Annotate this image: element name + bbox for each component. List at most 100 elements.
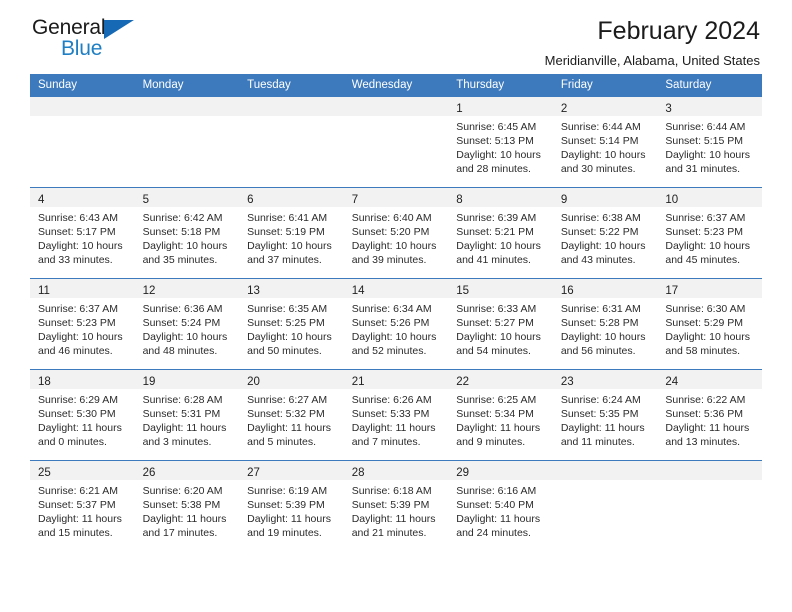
calendar-day-cell[interactable]: 5 Sunrise: 6:42 AM Sunset: 5:18 PM Daylight… bbox=[134, 188, 240, 278]
day-details: Sunrise: 6:33 AM Sunset: 5:27 PM Daylight:… bbox=[448, 298, 553, 358]
sunset-time: Sunset: 5:32 PM bbox=[247, 408, 325, 420]
daylight-duration-line2: and 24 minutes. bbox=[456, 527, 531, 539]
sunset-time: Sunset: 5:13 PM bbox=[456, 135, 534, 147]
calendar-day-cell[interactable]: 3 Sunrise: 6:44 AM Sunset: 5:15 PM Daylight… bbox=[657, 97, 762, 187]
daylight-duration-line2: and 31 minutes. bbox=[665, 163, 741, 175]
daylight-duration-line1: Daylight: 11 hours bbox=[456, 513, 541, 525]
sunset-time: Sunset: 5:24 PM bbox=[142, 317, 221, 329]
calendar-day-cell[interactable]: 4 Sunrise: 6:43 AM Sunset: 5:17 PM Daylight… bbox=[30, 188, 135, 278]
sunrise-time: Sunrise: 6:26 AM bbox=[351, 394, 432, 406]
calendar-day-cell[interactable]: 20 Sunrise: 6:27 AM Sunset: 5:32 PM Dayligh… bbox=[239, 370, 344, 460]
calendar-cell: 28 Sunrise: 6:18 AM Sunset: 5:39 PM Dayligh… bbox=[343, 460, 449, 551]
sunrise-time: Sunrise: 6:42 AM bbox=[142, 212, 223, 224]
calendar-day-cell[interactable]: 29 Sunrise: 6:16 AM Sunset: 5:40 PM Dayligh… bbox=[448, 461, 553, 551]
calendar-day-cell[interactable]: 10 Sunrise: 6:37 AM Sunset: 5:23 PM Dayligh… bbox=[657, 188, 762, 278]
calendar-day-cell[interactable]: 24 Sunrise: 6:22 AM Sunset: 5:36 PM Dayligh… bbox=[657, 370, 762, 460]
calendar-day-cell-empty bbox=[30, 97, 135, 187]
day-number-strip: 3 bbox=[657, 97, 762, 116]
day-number-strip: 13 bbox=[239, 279, 344, 298]
calendar-day-cell[interactable]: 2 Sunrise: 6:44 AM Sunset: 5:14 PM Daylight… bbox=[552, 97, 658, 187]
calendar-day-cell[interactable]: 14 Sunrise: 6:34 AM Sunset: 5:26 PM Dayligh… bbox=[343, 279, 449, 369]
calendar-day-cell[interactable]: 6 Sunrise: 6:41 AM Sunset: 5:19 PM Daylight… bbox=[239, 188, 344, 278]
calendar-cell: 19 Sunrise: 6:28 AM Sunset: 5:31 PM Dayligh… bbox=[134, 369, 240, 461]
sunrise-time: Sunrise: 6:20 AM bbox=[142, 485, 223, 497]
day-number: 16 bbox=[560, 285, 574, 297]
daylight-duration-line1: Daylight: 10 hours bbox=[665, 240, 751, 252]
sunrise-time: Sunrise: 6:33 AM bbox=[456, 303, 537, 315]
daylight-duration-line1: Daylight: 11 hours bbox=[351, 422, 436, 434]
day-number: 4 bbox=[38, 194, 45, 206]
day-number: 19 bbox=[142, 376, 156, 388]
day-details: Sunrise: 6:34 AM Sunset: 5:26 PM Daylight:… bbox=[344, 298, 449, 358]
daylight-duration-line2: and 41 minutes. bbox=[456, 254, 531, 266]
calendar-day-cell[interactable]: 15 Sunrise: 6:33 AM Sunset: 5:27 PM Dayligh… bbox=[448, 279, 553, 369]
day-details: Sunrise: 6:27 AM Sunset: 5:32 PM Daylight:… bbox=[239, 389, 344, 449]
day-details: Sunrise: 6:30 AM Sunset: 5:29 PM Daylight:… bbox=[657, 298, 762, 358]
general-blue-logo[interactable]: General Blue bbox=[32, 16, 152, 62]
day-number-strip bbox=[134, 97, 240, 116]
calendar-day-cell[interactable]: 8 Sunrise: 6:39 AM Sunset: 5:21 PM Daylight… bbox=[448, 188, 553, 278]
logo-triangle-icon bbox=[104, 20, 134, 39]
weekday-header-wednesday: Wednesday bbox=[343, 74, 449, 97]
calendar-day-cell[interactable]: 18 Sunrise: 6:29 AM Sunset: 5:30 PM Dayligh… bbox=[30, 370, 135, 460]
calendar-day-cell[interactable]: 7 Sunrise: 6:40 AM Sunset: 5:20 PM Daylight… bbox=[343, 188, 449, 278]
calendar-cell: 22 Sunrise: 6:25 AM Sunset: 5:34 PM Dayligh… bbox=[448, 369, 553, 461]
calendar-day-cell[interactable]: 19 Sunrise: 6:28 AM Sunset: 5:31 PM Dayligh… bbox=[134, 370, 240, 460]
daylight-duration-line1: Daylight: 10 hours bbox=[560, 240, 646, 252]
calendar-day-cell[interactable]: 13 Sunrise: 6:35 AM Sunset: 5:25 PM Dayligh… bbox=[239, 279, 344, 369]
day-details: Sunrise: 6:39 AM Sunset: 5:21 PM Daylight:… bbox=[448, 207, 553, 267]
calendar-cell: 1 Sunrise: 6:45 AM Sunset: 5:13 PM Daylight… bbox=[448, 96, 553, 188]
day-number-strip bbox=[552, 461, 658, 480]
calendar-day-cell[interactable]: 9 Sunrise: 6:38 AM Sunset: 5:22 PM Daylight… bbox=[552, 188, 658, 278]
calendar-day-cell-empty bbox=[239, 97, 344, 187]
calendar-cell: 17 Sunrise: 6:30 AM Sunset: 5:29 PM Dayligh… bbox=[657, 278, 762, 370]
calendar-cell: 7 Sunrise: 6:40 AM Sunset: 5:20 PM Daylight… bbox=[343, 187, 449, 279]
day-number: 13 bbox=[247, 285, 260, 297]
sunrise-time: Sunrise: 6:29 AM bbox=[38, 394, 118, 406]
sunrise-time: Sunrise: 6:38 AM bbox=[560, 212, 641, 224]
calendar-day-cell[interactable]: 1 Sunrise: 6:45 AM Sunset: 5:13 PM Daylight… bbox=[448, 97, 553, 187]
day-number: 22 bbox=[456, 376, 470, 388]
daylight-duration-line1: Daylight: 10 hours bbox=[247, 240, 332, 252]
daylight-duration-line2: and 11 minutes. bbox=[560, 436, 635, 448]
calendar-day-cell[interactable]: 17 Sunrise: 6:30 AM Sunset: 5:29 PM Dayligh… bbox=[657, 279, 762, 369]
day-number: 2 bbox=[560, 103, 568, 115]
sunset-time: Sunset: 5:14 PM bbox=[560, 135, 639, 147]
calendar-week-row: 11 Sunrise: 6:37 AM Sunset: 5:23 PM Dayligh… bbox=[30, 278, 762, 370]
calendar-day-cell[interactable]: 28 Sunrise: 6:18 AM Sunset: 5:39 PM Dayligh… bbox=[343, 461, 449, 551]
weekday-header-monday: Monday bbox=[134, 74, 240, 97]
daylight-duration-line2: and 3 minutes. bbox=[142, 436, 212, 448]
calendar-cell: 9 Sunrise: 6:38 AM Sunset: 5:22 PM Daylight… bbox=[552, 187, 658, 279]
day-number-strip: 7 bbox=[343, 188, 449, 207]
calendar-day-cell[interactable]: 12 Sunrise: 6:36 AM Sunset: 5:24 PM Dayligh… bbox=[134, 279, 240, 369]
sunset-time: Sunset: 5:23 PM bbox=[665, 226, 744, 238]
calendar-week-row: 4 Sunrise: 6:43 AM Sunset: 5:17 PM Daylight… bbox=[30, 187, 762, 279]
daylight-duration-line1: Daylight: 10 hours bbox=[351, 240, 437, 252]
calendar-grid: Sunday Monday Tuesday Wednesday Thursday… bbox=[30, 74, 762, 551]
sunrise-time: Sunrise: 6:37 AM bbox=[38, 303, 118, 315]
calendar-day-cell[interactable]: 11 Sunrise: 6:37 AM Sunset: 5:23 PM Dayligh… bbox=[30, 279, 135, 369]
daylight-duration-line1: Daylight: 10 hours bbox=[456, 240, 541, 252]
calendar-day-cell[interactable]: 21 Sunrise: 6:26 AM Sunset: 5:33 PM Dayligh… bbox=[343, 370, 449, 460]
daylight-duration-line2: and 13 minutes. bbox=[665, 436, 741, 448]
day-number: 17 bbox=[665, 285, 679, 297]
calendar-day-cell[interactable]: 25 Sunrise: 6:21 AM Sunset: 5:37 PM Dayligh… bbox=[30, 461, 135, 551]
daylight-duration-line2: and 21 minutes. bbox=[351, 527, 427, 539]
daylight-duration-line2: and 43 minutes. bbox=[560, 254, 636, 266]
sunrise-time: Sunrise: 6:30 AM bbox=[665, 303, 746, 315]
calendar-day-cell[interactable]: 23 Sunrise: 6:24 AM Sunset: 5:35 PM Dayligh… bbox=[552, 370, 658, 460]
sunrise-time: Sunrise: 6:21 AM bbox=[38, 485, 118, 497]
calendar-day-cell[interactable]: 27 Sunrise: 6:19 AM Sunset: 5:39 PM Dayligh… bbox=[239, 461, 344, 551]
day-number-strip: 29 bbox=[448, 461, 553, 480]
daylight-duration-line2: and 52 minutes. bbox=[351, 345, 427, 357]
calendar-day-cell[interactable]: 22 Sunrise: 6:25 AM Sunset: 5:34 PM Dayligh… bbox=[448, 370, 553, 460]
day-number-strip: 4 bbox=[30, 188, 135, 207]
day-number: 5 bbox=[142, 194, 149, 206]
daylight-duration-line2: and 28 minutes. bbox=[456, 163, 531, 175]
day-number: 28 bbox=[351, 467, 365, 479]
daylight-duration-line1: Daylight: 10 hours bbox=[351, 331, 437, 343]
calendar-day-cell[interactable]: 26 Sunrise: 6:20 AM Sunset: 5:38 PM Dayligh… bbox=[134, 461, 240, 551]
sunset-time: Sunset: 5:30 PM bbox=[38, 408, 116, 420]
day-details: Sunrise: 6:41 AM Sunset: 5:19 PM Daylight:… bbox=[239, 207, 344, 267]
calendar-day-cell[interactable]: 16 Sunrise: 6:31 AM Sunset: 5:28 PM Dayligh… bbox=[552, 279, 658, 369]
